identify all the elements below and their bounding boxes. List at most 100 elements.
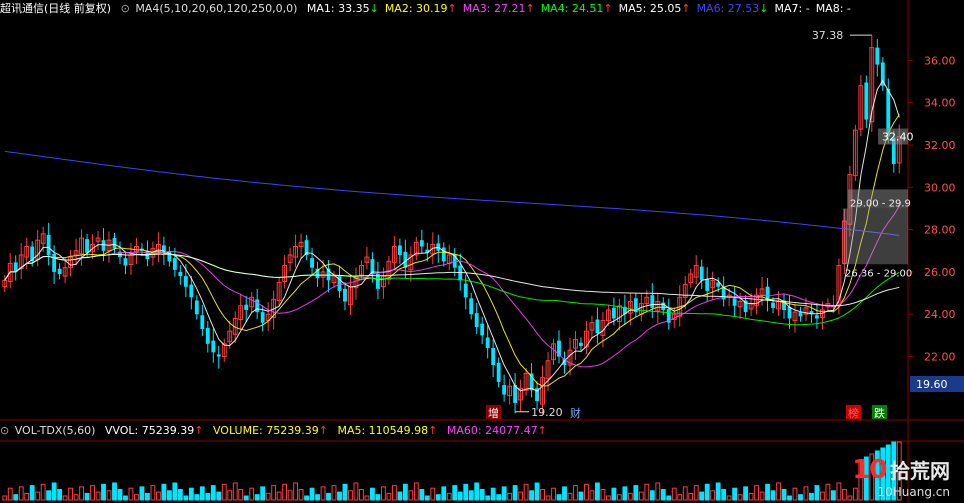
volume-bar bbox=[847, 495, 853, 501]
ma60-line bbox=[4, 253, 900, 326]
volume-bar bbox=[101, 483, 106, 501]
volume-bar bbox=[7, 487, 13, 501]
watermark-cn: 拾荒网 bbox=[890, 459, 950, 483]
high-price-label: 37.38 bbox=[812, 29, 844, 42]
volume-bar bbox=[798, 494, 803, 501]
candle-body bbox=[496, 362, 501, 382]
volume-bar bbox=[370, 487, 375, 501]
volume-bar bbox=[501, 486, 507, 501]
volume-bars bbox=[2, 441, 902, 501]
candle-body bbox=[244, 304, 249, 310]
ma-settings[interactable]: MA4(5,10,20,60,120,250,0,0) bbox=[135, 2, 297, 15]
stock-title[interactable]: 超讯通信(日线 前复权) bbox=[0, 2, 111, 15]
low-marker-label: 19.60 bbox=[916, 378, 948, 391]
volume-bar bbox=[227, 490, 233, 501]
volume-bar bbox=[748, 492, 754, 501]
ma-selector-icon[interactable]: ⊙ bbox=[121, 2, 130, 15]
event-zeng: 增 bbox=[488, 406, 499, 420]
volume-bar bbox=[721, 489, 727, 501]
candle-body bbox=[194, 300, 199, 315]
volume-bar bbox=[534, 482, 540, 501]
volume-bar bbox=[633, 485, 639, 501]
volume-bar bbox=[759, 491, 765, 501]
watermark: 10 拾荒网 10Huang.cn bbox=[852, 455, 950, 499]
volume-bar bbox=[803, 486, 809, 501]
volume-bar bbox=[145, 492, 150, 501]
candle-body bbox=[189, 284, 194, 298]
volume-bar bbox=[166, 490, 172, 501]
candle-body bbox=[178, 271, 183, 277]
candle-body bbox=[875, 47, 880, 65]
current-price-label: 32.40 bbox=[882, 130, 914, 143]
candle-body bbox=[699, 266, 704, 281]
candle-body bbox=[650, 295, 655, 308]
volume-bar bbox=[221, 483, 227, 501]
volume-bar bbox=[682, 486, 688, 501]
volume-bar bbox=[271, 485, 277, 501]
volume-bar bbox=[260, 486, 266, 501]
volume-bar bbox=[298, 489, 304, 501]
volume-bar bbox=[441, 486, 447, 501]
annotations: 37.38 19.20 29.00 - 29.9 26.36 - 29.00 32.40… bbox=[486, 29, 964, 420]
candle-body bbox=[765, 286, 770, 300]
price-tick-label: 22.00 bbox=[924, 351, 956, 364]
volume-bar bbox=[188, 487, 194, 501]
volume-bar bbox=[424, 495, 430, 501]
volume-bar bbox=[814, 485, 820, 501]
volume-bar bbox=[693, 485, 699, 501]
vol-indicator[interactable]: VOL-TDX(5,60) bbox=[15, 424, 96, 437]
ma-arrow-5: ↑ bbox=[681, 2, 691, 15]
ma-label-8: MA8: - bbox=[815, 2, 851, 15]
price-tick-label: 24.00 bbox=[924, 308, 956, 321]
ma-arrow-4: ↑ bbox=[603, 2, 613, 15]
ma-labels: MA1: 33.35↓ MA2: 30.19↑ MA3: 27.21↑ MA4: 24… bbox=[307, 2, 857, 15]
volume-bar bbox=[474, 482, 480, 501]
vol-selector-icon[interactable]: ⊙ bbox=[0, 424, 9, 437]
candle-body bbox=[864, 82, 869, 120]
volume-bar bbox=[359, 489, 364, 501]
range-label-2: 26.36 - 29.00 bbox=[845, 268, 912, 279]
candle-body bbox=[397, 245, 402, 255]
volume-bar bbox=[386, 492, 392, 501]
volume-bar bbox=[551, 487, 556, 501]
volume-bar bbox=[320, 486, 326, 501]
candle-body bbox=[112, 238, 117, 249]
volume-bar bbox=[660, 489, 666, 501]
volume-bar bbox=[123, 495, 128, 501]
volume-bar bbox=[265, 492, 271, 501]
volume-bar bbox=[545, 495, 551, 501]
candle-body bbox=[469, 298, 474, 315]
watermark-logo: 10 bbox=[852, 455, 887, 485]
volume-bar bbox=[364, 495, 370, 501]
volume-bar bbox=[315, 494, 320, 501]
vol-ma5-value: MA5: 110549.98↑ bbox=[337, 424, 438, 437]
range-label-1: 29.00 - 29.9 bbox=[850, 198, 911, 209]
candle-body bbox=[200, 315, 205, 330]
volume-bar bbox=[216, 491, 222, 501]
candle-body bbox=[205, 327, 210, 344]
volume-bar bbox=[73, 494, 79, 501]
price-tick-label: 26.00 bbox=[924, 266, 956, 279]
volume-bar bbox=[40, 483, 46, 501]
volume-bar bbox=[232, 482, 238, 501]
volume-bar bbox=[666, 495, 672, 501]
candle-body bbox=[798, 312, 803, 317]
volume-bar bbox=[430, 487, 436, 501]
volume-bar bbox=[649, 490, 655, 501]
candle-body bbox=[101, 240, 106, 251]
volume-bar bbox=[435, 494, 441, 501]
volume-bar bbox=[765, 483, 770, 501]
candle-body bbox=[172, 258, 177, 270]
volume-bar bbox=[611, 487, 617, 501]
event-cai: 财 bbox=[570, 406, 581, 420]
volume-bar bbox=[529, 490, 534, 501]
volume-bar bbox=[595, 482, 600, 501]
volume-value: VOLUME: 75239.39↑ bbox=[212, 424, 328, 437]
volume-bar bbox=[732, 487, 738, 501]
ma-arrow-1: ↓ bbox=[369, 2, 379, 15]
volume-bar bbox=[172, 482, 178, 501]
volume-bar bbox=[677, 494, 683, 501]
volume-bar bbox=[622, 486, 628, 501]
volume-bar bbox=[754, 485, 759, 501]
volume-bar bbox=[51, 482, 57, 501]
